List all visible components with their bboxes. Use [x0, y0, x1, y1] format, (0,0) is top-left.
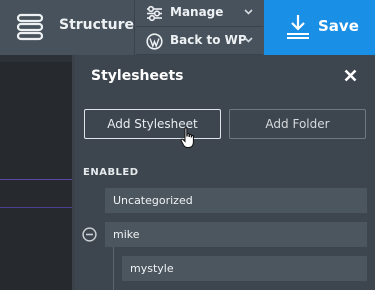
- structure-label: Structure: [59, 17, 135, 33]
- folder-row-mike[interactable]: mike: [105, 222, 367, 247]
- download-icon: [287, 15, 309, 39]
- canvas-preview: [0, 62, 72, 290]
- close-icon[interactable]: [344, 69, 357, 82]
- row-label: Uncategorized: [113, 194, 193, 207]
- canvas-guide-line: [0, 207, 72, 208]
- panel-title: Stylesheets: [91, 68, 184, 84]
- wordpress-icon: [146, 33, 163, 50]
- chevron-down-icon: [244, 37, 253, 43]
- back-to-wp-dropdown[interactable]: Back to WP: [136, 28, 263, 55]
- tree-indent-line: [113, 247, 114, 290]
- chevron-down-icon: [244, 9, 253, 15]
- row-label: mystyle: [130, 262, 174, 275]
- structure-icon: [17, 13, 43, 41]
- folder-row-uncategorized[interactable]: Uncategorized: [105, 188, 367, 213]
- canvas-area[interactable]: [0, 55, 72, 290]
- canvas-guide-line: [0, 179, 72, 180]
- back-to-wp-label: Back to WP: [170, 33, 247, 47]
- hand-pointer-icon: [180, 127, 194, 148]
- structure-button[interactable]: Structure: [0, 0, 135, 55]
- add-folder-button[interactable]: Add Folder: [229, 109, 366, 139]
- save-label: Save: [318, 17, 359, 35]
- save-button[interactable]: Save: [264, 0, 375, 55]
- row-label: mike: [113, 228, 140, 241]
- stylesheet-row-mystyle[interactable]: mystyle: [122, 256, 367, 281]
- top-toolbar: Structure Manage Back to WP Save: [0, 0, 375, 55]
- manage-dropdown[interactable]: Manage: [136, 0, 263, 27]
- minus-circle-icon[interactable]: [82, 227, 97, 242]
- add-stylesheet-button[interactable]: Add Stylesheet: [84, 109, 221, 139]
- section-enabled-label: ENABLED: [83, 167, 139, 178]
- stylesheets-panel: Stylesheets Add Stylesheet Add Folder EN…: [75, 55, 375, 290]
- sliders-icon: [147, 5, 162, 22]
- manage-label: Manage: [170, 5, 224, 19]
